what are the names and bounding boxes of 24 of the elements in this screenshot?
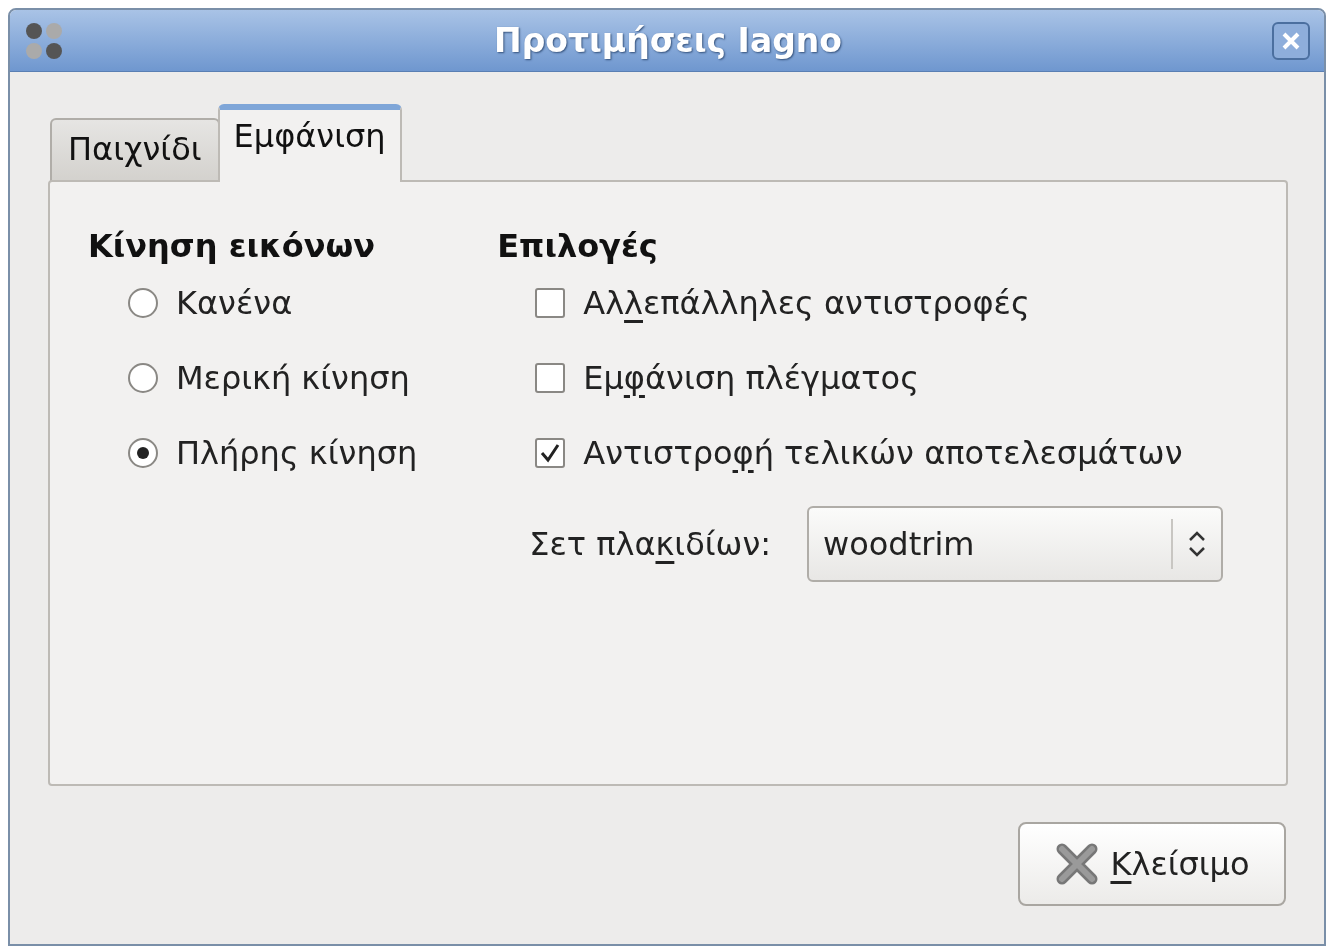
radio-button[interactable] [128,363,158,393]
tab[interactable]: Παιχνίδι [50,118,220,182]
checkbox[interactable] [535,438,566,468]
radio-button[interactable] [128,438,158,468]
tab[interactable]: Εμφάνιση [217,104,402,182]
section-heading: Κίνηση εικόνων [88,226,377,266]
app-icon [24,20,64,61]
section-heading: Επιλογές [497,226,659,266]
tile-set-label: Σετ πλακιδίων: [529,524,772,565]
checkbox[interactable] [535,363,566,393]
window-title: Προτιμήσεις Iagno [494,19,842,62]
radio-label: Πλήρης κίνηση [176,433,418,474]
up-down-icon [1187,529,1208,559]
checkbox-label: Εμφάνιση πλέγματος [583,358,919,399]
close-icon [1281,30,1301,51]
checkbox-label: Αντιστροφή τελικών αποτελεσμάτων [583,433,1183,474]
close-dialog-button[interactable]: Κλείσιμο [1018,822,1286,906]
radio-label: Μερική κίνηση [176,358,410,399]
checkbox-label: Αλλεπάλληλες αντιστροφές [583,283,1030,324]
radio-label: Κανένα [176,283,293,324]
tile-set-dropdown[interactable]: woodtrim [807,506,1224,582]
radio-button[interactable] [128,288,158,318]
checkbox[interactable] [535,288,566,318]
close-button[interactable] [1272,21,1310,60]
